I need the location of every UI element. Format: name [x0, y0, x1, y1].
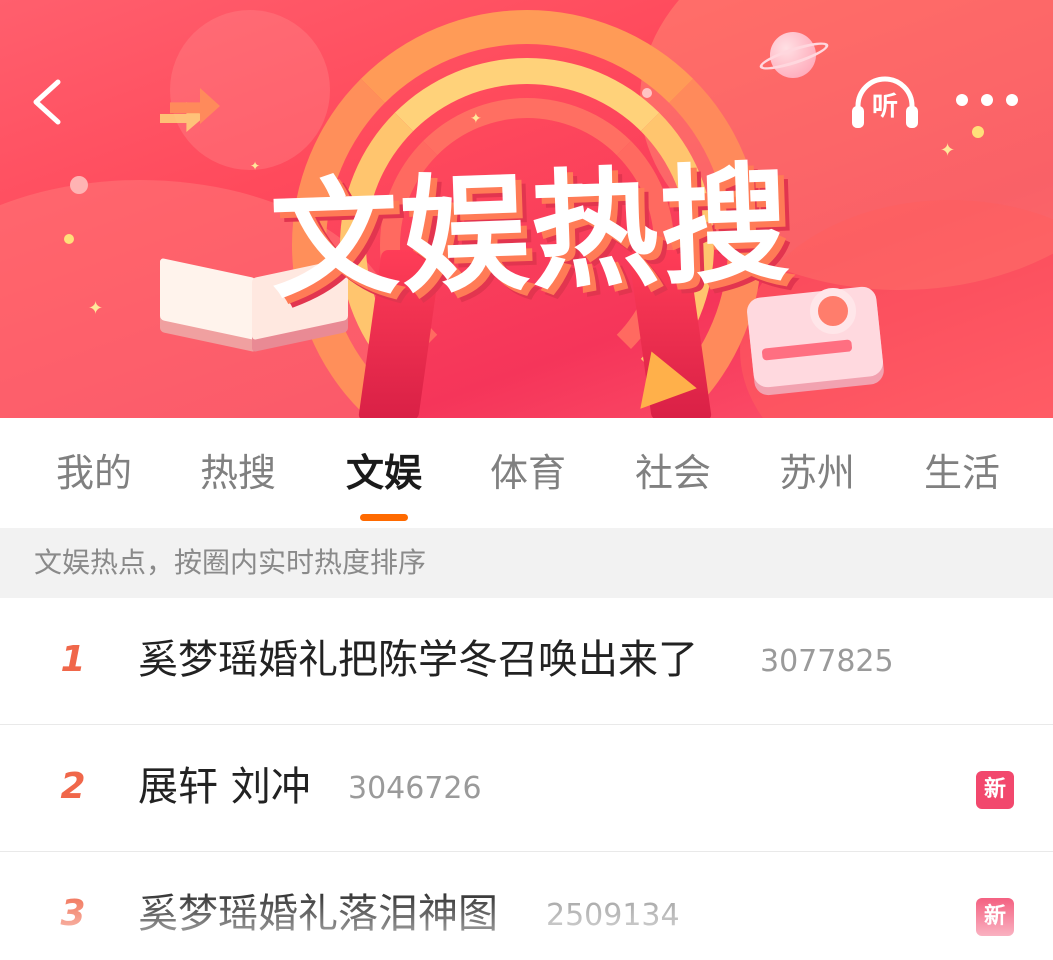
tab-life[interactable]: 生活 [907, 448, 1017, 498]
topic-title: 奚梦瑶婚礼把陈学冬召唤出来了 [138, 637, 698, 683]
rank-number: 3 [60, 893, 86, 934]
rank-number: 2 [60, 766, 86, 807]
list-item[interactable]: 3 奚梦瑶婚礼落泪神图 2509134 新 [0, 852, 1053, 960]
topic-title: 奚梦瑶婚礼落泪神图 [138, 891, 498, 937]
sparkle-icon: ✦ [470, 111, 482, 127]
sparkle-icon: ✦ [88, 298, 104, 319]
heat-count: 3077825 [760, 644, 894, 679]
category-tabs: 我的 热搜 文娱 体育 社会 苏州 生活 [0, 418, 1053, 528]
hot-list: 1 奚梦瑶婚礼把陈学冬召唤出来了 3077825 2 展轩 刘冲 3046726… [0, 598, 1053, 960]
tab-entertainment[interactable]: 文娱 [329, 448, 439, 498]
heat-count: 3046726 [348, 771, 482, 806]
info-strip: 文娱热点，按圈内实时热度排序 [0, 528, 1053, 598]
banner: ✦ ✦ ✦ ✦ 文娱热搜 听 [0, 0, 1053, 418]
back-chevron-icon[interactable] [22, 74, 78, 130]
tab-hot-search[interactable]: 热搜 [183, 448, 293, 498]
new-badge: 新 [976, 771, 1014, 809]
new-badge: 新 [976, 898, 1014, 936]
list-item[interactable]: 1 奚梦瑶婚礼把陈学冬召唤出来了 3077825 [0, 598, 1053, 725]
info-text: 文娱热点，按圈内实时热度排序 [34, 546, 427, 579]
tab-sports[interactable]: 体育 [473, 448, 583, 498]
active-tab-indicator [360, 514, 408, 521]
listen-label: 听 [871, 92, 898, 122]
banner-dot [642, 88, 652, 98]
banner-dot [972, 126, 984, 138]
tab-suzhou[interactable]: 苏州 [762, 448, 872, 498]
tab-mine[interactable]: 我的 [39, 448, 149, 498]
heat-count: 2509134 [546, 898, 680, 933]
banner-dot [70, 176, 88, 194]
more-dots-icon[interactable] [952, 84, 1022, 116]
rank-number: 1 [60, 639, 86, 680]
sparkle-icon: ✦ [940, 140, 956, 161]
tab-society[interactable]: 社会 [618, 448, 728, 498]
list-item[interactable]: 2 展轩 刘冲 3046726 新 [0, 725, 1053, 852]
banner-title: 文娱热搜 [267, 149, 793, 317]
arrow-illustration [160, 78, 230, 138]
banner-dot [64, 234, 74, 244]
listen-button[interactable]: 听 [848, 74, 922, 134]
topic-title: 展轩 刘冲 [138, 764, 311, 810]
